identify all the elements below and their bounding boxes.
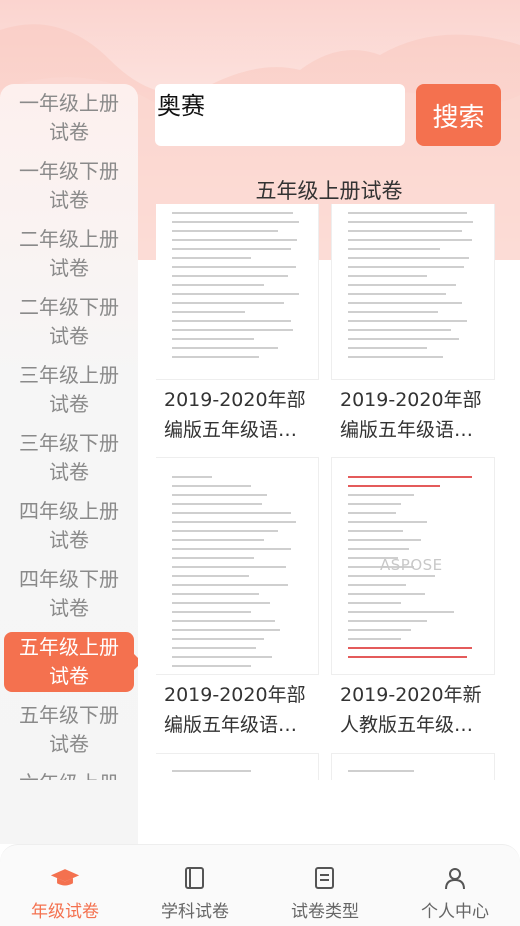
- exam-card[interactable]: ASPOSE 2019-2020年新人教版五年级…: [332, 458, 494, 744]
- tab-label: 学科试卷: [161, 902, 229, 922]
- tab-exam-types[interactable]: 试卷类型: [260, 845, 390, 926]
- exam-thumbnail: [156, 754, 318, 780]
- person-icon: [440, 863, 470, 893]
- exam-card-title: 2019-2020年新人教版五年级…: [340, 684, 482, 736]
- exam-card[interactable]: 2019-2020年部编版五年级语…: [332, 204, 494, 449]
- sidebar-item-label: 四年级上册试卷: [19, 499, 119, 552]
- exam-card[interactable]: 2019-2020年部编版五年级语…: [156, 204, 318, 449]
- exam-card-title: 2019-2020年部编版五年级语…: [164, 389, 306, 441]
- exam-thumbnail: ASPOSE: [332, 458, 494, 674]
- exam-card-title: 2019-2020年部编版五年级语…: [340, 389, 482, 441]
- grade-list: 一年级上册试卷 一年级下册试卷 二年级上册试卷 二年级下册试卷 三年级上册试卷 …: [0, 84, 138, 780]
- sidebar-item-label: 三年级下册试卷: [19, 431, 119, 484]
- sidebar-item-label: 二年级上册试卷: [19, 227, 119, 280]
- exam-card[interactable]: 2019-2020年部编版五年级语…: [156, 458, 318, 744]
- sidebar-item-grade1-second[interactable]: 一年级下册试卷: [4, 152, 134, 220]
- sidebar-item-grade1-first[interactable]: 一年级上册试卷: [4, 84, 134, 152]
- tab-grade-exams[interactable]: 年级试卷: [0, 845, 130, 926]
- exam-card-title: 2019-2020年部编版五年级语…: [164, 684, 306, 736]
- search-input[interactable]: 奥赛: [155, 84, 405, 146]
- section-title: 五年级上册试卷: [255, 179, 403, 203]
- sidebar-item-grade4-second[interactable]: 四年级下册试卷: [4, 560, 134, 628]
- tab-label: 个人中心: [421, 902, 489, 922]
- exam-grid: 2019-2020年部编版五年级语… 2019-2020年部编版五年级语… 20…: [156, 204, 496, 780]
- graduation-cap-icon: [50, 863, 80, 893]
- exam-card[interactable]: [332, 754, 494, 780]
- sidebar-item-label: 五年级上册试卷: [19, 635, 119, 688]
- sidebar-item-grade3-first[interactable]: 三年级上册试卷: [4, 356, 134, 424]
- sidebar-item-grade6-first[interactable]: 六年级上册试卷: [4, 764, 134, 780]
- document-list-icon: [310, 863, 340, 893]
- sidebar-item-label: 三年级上册试卷: [19, 363, 119, 416]
- sidebar-item-grade5-first[interactable]: 五年级上册试卷: [4, 632, 138, 692]
- sidebar-item-label: 一年级上册试卷: [19, 91, 119, 144]
- sidebar-item-label: 二年级下册试卷: [19, 295, 119, 348]
- book-icon: [180, 863, 210, 893]
- bottom-tab-bar: 年级试卷 学科试卷 试卷类型 个人中心: [0, 844, 520, 926]
- tab-label: 试卷类型: [291, 902, 359, 922]
- tab-profile[interactable]: 个人中心: [390, 845, 520, 926]
- sidebar-item-grade5-second[interactable]: 五年级下册试卷: [4, 696, 134, 764]
- exam-thumbnail: [332, 754, 494, 780]
- exam-thumbnail: [156, 204, 318, 379]
- exam-thumbnail: [332, 204, 494, 379]
- grade-sidebar: 一年级上册试卷 一年级下册试卷 二年级上册试卷 二年级下册试卷 三年级上册试卷 …: [0, 84, 138, 844]
- sidebar-item-label: 四年级下册试卷: [19, 567, 119, 620]
- search-button[interactable]: 搜索: [416, 84, 501, 146]
- sidebar-item-label: 六年级上册试卷: [10, 769, 128, 780]
- tab-label: 年级试卷: [31, 902, 99, 922]
- exam-card[interactable]: [156, 754, 318, 780]
- sidebar-item-grade2-second[interactable]: 二年级下册试卷: [4, 288, 134, 356]
- exam-thumbnail: [156, 458, 318, 674]
- sidebar-item-grade3-second[interactable]: 三年级下册试卷: [4, 424, 134, 492]
- sidebar-item-label: 五年级下册试卷: [19, 703, 119, 756]
- watermark-text: ASPOSE: [380, 556, 443, 574]
- sidebar-item-grade2-first[interactable]: 二年级上册试卷: [4, 220, 134, 288]
- sidebar-item-grade4-first[interactable]: 四年级上册试卷: [4, 492, 134, 560]
- tab-subject-exams[interactable]: 学科试卷: [130, 845, 260, 926]
- sidebar-item-label: 一年级下册试卷: [19, 159, 119, 212]
